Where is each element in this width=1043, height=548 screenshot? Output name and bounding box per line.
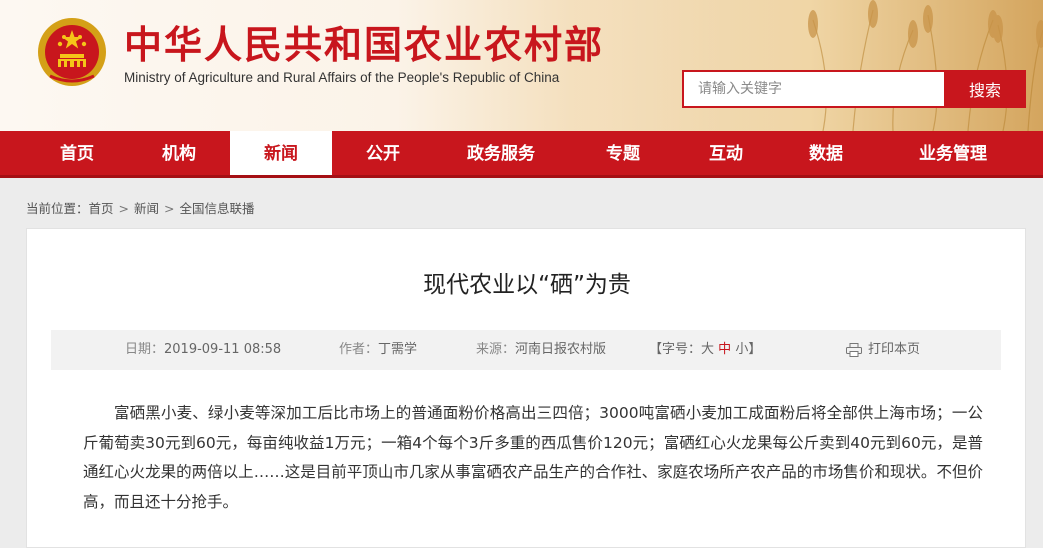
wheat-field-banner xyxy=(573,0,1043,131)
meta-date: 日期：2019-09-11 08:58 xyxy=(125,330,281,370)
font-size-label: 【字号： xyxy=(649,342,702,357)
national-emblem-icon xyxy=(38,18,106,86)
meta-source-value: 河南日报农村版 xyxy=(515,342,607,357)
search-input[interactable] xyxy=(682,70,944,108)
printer-icon xyxy=(846,342,862,357)
search-button[interactable]: 搜索 xyxy=(944,70,1026,108)
article-meta-bar: 日期：2019-09-11 08:58 作者：丁需学 来源：河南日报农村版 【字… xyxy=(51,330,1001,370)
nav-item-news[interactable]: 新闻 xyxy=(230,131,332,175)
breadcrumb: 当前位置：首页 > 新闻 > 全国信息联播 xyxy=(26,198,255,217)
nav-item-public[interactable]: 公开 xyxy=(332,131,434,175)
breadcrumb-separator: > xyxy=(164,201,175,216)
meta-source-label: 来源： xyxy=(476,342,516,357)
print-page-label: 打印本页 xyxy=(868,342,921,357)
print-page-button[interactable]: 打印本页 xyxy=(846,330,920,370)
breadcrumb-national-news[interactable]: 全国信息联播 xyxy=(180,198,255,217)
nav-item-data[interactable]: 数据 xyxy=(774,131,878,175)
article-body-paragraph: 富硒黑小麦、绿小麦等深加工后比市场上的普通面粉价格高出三四倍；3000吨富硒小麦… xyxy=(83,404,983,511)
font-size-small-link[interactable]: 小 xyxy=(735,342,748,357)
site-header: 中华人民共和国农业农村部 Ministry of Agriculture and… xyxy=(0,0,1043,131)
meta-author: 作者：丁需学 xyxy=(339,330,417,370)
site-title: 中华人民共和国农业农村部 xyxy=(124,22,605,67)
meta-source: 来源：河南日报农村版 xyxy=(476,330,606,370)
meta-date-value: 2019-09-11 08:58 xyxy=(164,342,282,357)
font-size-medium-link[interactable]: 中 xyxy=(718,342,731,357)
main-nav: 首页 机构 新闻 公开 政务服务 专题 互动 数据 业务管理 xyxy=(0,131,1043,178)
article-title: 现代农业以“硒”为贵 xyxy=(423,272,631,298)
nav-item-business[interactable]: 业务管理 xyxy=(878,131,1028,175)
nav-item-home[interactable]: 首页 xyxy=(26,131,128,175)
font-size-large-link[interactable]: 大 xyxy=(701,342,714,357)
nav-item-org[interactable]: 机构 xyxy=(128,131,230,175)
nav-item-topics[interactable]: 专题 xyxy=(568,131,678,175)
site-subtitle: Ministry of Agriculture and Rural Affair… xyxy=(124,70,560,85)
font-size-selector: 【字号：大 中 小】 xyxy=(649,330,761,370)
meta-date-label: 日期： xyxy=(125,342,165,357)
breadcrumb-home[interactable]: 首页 xyxy=(89,198,114,217)
breadcrumb-prefix: 当前位置： xyxy=(26,201,89,216)
nav-item-interaction[interactable]: 互动 xyxy=(678,131,774,175)
article-panel: 现代农业以“硒”为贵 日期：2019-09-11 08:58 作者：丁需学 来源… xyxy=(26,228,1026,548)
breadcrumb-news[interactable]: 新闻 xyxy=(134,198,159,217)
meta-author-label: 作者： xyxy=(339,342,379,357)
meta-author-value: 丁需学 xyxy=(378,342,418,357)
nav-item-gov-services[interactable]: 政务服务 xyxy=(434,131,568,175)
font-size-close: 】 xyxy=(748,342,762,357)
breadcrumb-separator: > xyxy=(118,201,130,216)
